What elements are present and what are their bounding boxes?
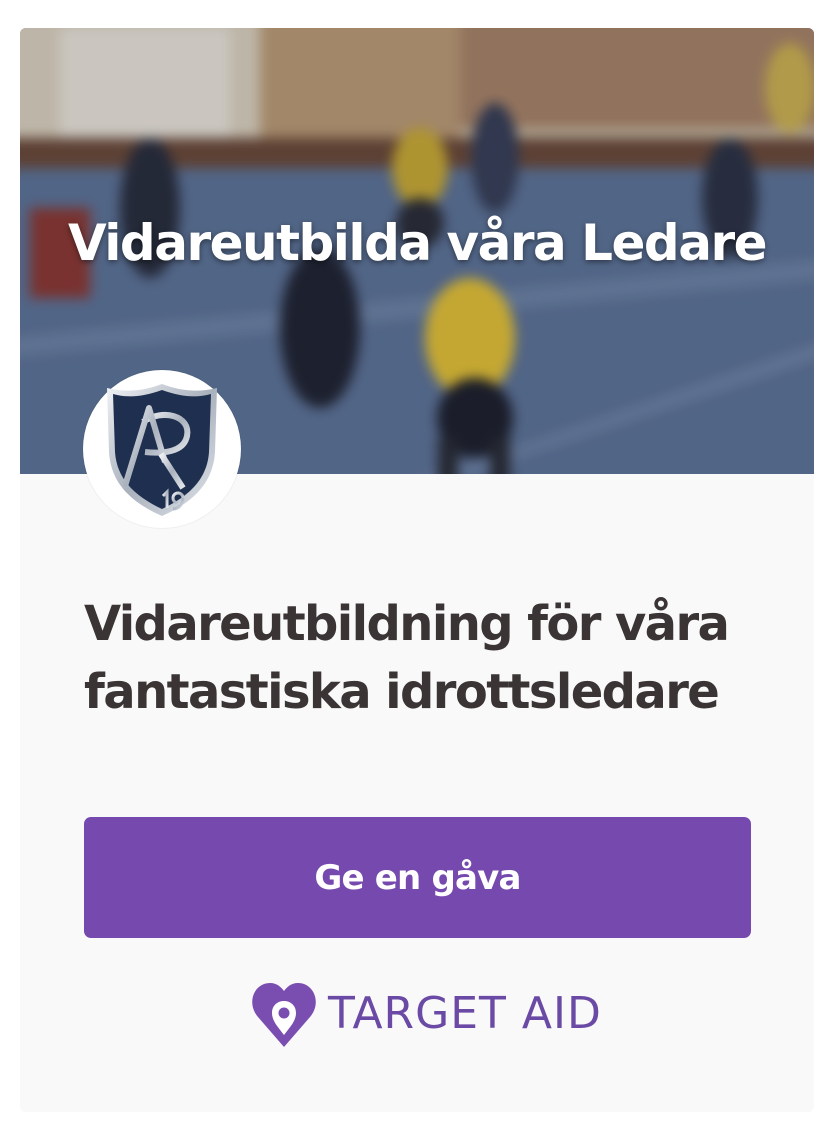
club-avatar <box>83 370 241 528</box>
campaign-headline: Vidareutbildning för våra fantastiska id… <box>84 596 730 720</box>
give-gift-button[interactable]: Ge en gåva <box>84 817 751 938</box>
heart-location-icon <box>252 983 316 1047</box>
brand-name: TARGET AID <box>328 988 602 1039</box>
target-aid-logo[interactable]: TARGET AID <box>248 979 602 1049</box>
campaign-card: Vidareutbilda våra Ledare Vidareutbildni… <box>20 28 814 1112</box>
club-shield-icon <box>107 384 217 516</box>
hero-title: Vidareutbilda våra Ledare <box>67 214 768 272</box>
